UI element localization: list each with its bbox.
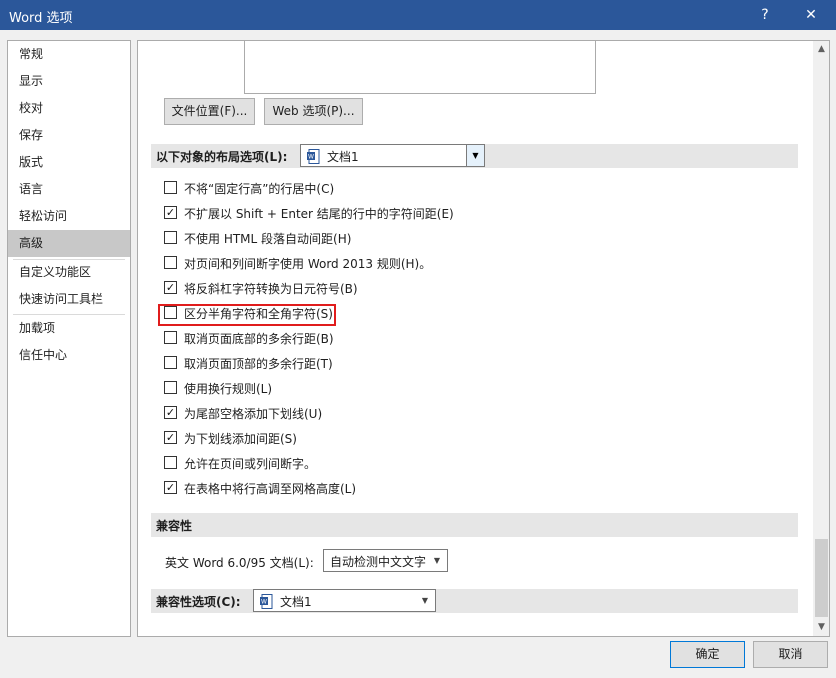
section-label: 兼容性选项(C):: [156, 595, 241, 609]
scroll-up-icon[interactable]: ▲: [813, 41, 829, 58]
sidebar-item-save[interactable]: 保存: [8, 122, 130, 149]
option-label: 不扩展以 Shift + Enter 结尾的行中的字符间距(E): [184, 207, 454, 221]
sidebar-item-accessibility[interactable]: 轻松访问: [8, 203, 130, 230]
help-icon[interactable]: ?: [750, 4, 780, 26]
web-options-button[interactable]: Web 选项(P)...: [264, 98, 363, 125]
sidebar-item-display[interactable]: 显示: [8, 68, 130, 95]
checkbox[interactable]: [164, 356, 177, 369]
options-panel: 文件位置(F)... Web 选项(P)... 以下对象的布局选项(L): W …: [137, 40, 830, 637]
layout-document-select[interactable]: W 文档1 ▼: [300, 144, 485, 167]
file-locations-button[interactable]: 文件位置(F)...: [164, 98, 255, 125]
ok-button[interactable]: 确定: [670, 641, 745, 668]
compatibility-options-section: 兼容性选项(C):: [151, 589, 798, 613]
checkbox[interactable]: ✓: [164, 431, 177, 444]
checkbox[interactable]: ✓: [164, 281, 177, 294]
word6-select[interactable]: 自动检测中文文字 ▼: [323, 549, 448, 572]
option-label: 使用换行规则(L): [184, 382, 273, 396]
option-label: 在表格中将行高调至网格高度(L): [184, 482, 357, 496]
scroll-thumb[interactable]: [815, 539, 828, 617]
chevron-down-icon[interactable]: ▼: [466, 145, 484, 166]
sidebar-item-quick-access-toolbar[interactable]: 快速访问工具栏: [8, 286, 130, 313]
option-label: 为尾部空格添加下划线(U): [184, 407, 323, 421]
close-icon[interactable]: ✕: [795, 4, 827, 26]
sidebar-item-customize-ribbon[interactable]: 自定义功能区: [8, 259, 130, 286]
selected-value: 自动检测中文文字: [330, 555, 427, 569]
selected-document: 文档1: [280, 595, 312, 609]
option-label: 区分半角字符和全角字符(S): [184, 307, 333, 321]
checkbox[interactable]: [164, 256, 177, 269]
option-label: 将反斜杠字符转换为日元符号(B): [184, 282, 358, 296]
chevron-down-icon[interactable]: ▼: [431, 550, 443, 571]
checkbox[interactable]: [164, 381, 177, 394]
checkbox[interactable]: ✓: [164, 406, 177, 419]
sidebar: 常规 显示 校对 保存 版式 语言 轻松访问 高级 自定义功能区 快速访问工具栏…: [7, 40, 131, 637]
option-label: 对页间和列间断字使用 Word 2013 规则(H)。: [184, 257, 432, 271]
word-document-icon: W: [307, 149, 320, 164]
sidebar-item-add-ins[interactable]: 加载项: [8, 315, 130, 342]
checkbox[interactable]: [164, 181, 177, 194]
option-label: 取消页面顶部的多余行距(T): [184, 357, 333, 371]
sidebar-item-language[interactable]: 语言: [8, 176, 130, 203]
sidebar-item-advanced[interactable]: 高级: [8, 230, 130, 257]
section-label: 兼容性: [156, 519, 193, 533]
compatibility-document-select[interactable]: W 文档1 ▼: [253, 589, 436, 612]
scroll-down-icon[interactable]: ▼: [813, 619, 829, 636]
scrollbar[interactable]: ▲ ▼: [813, 41, 829, 636]
word-document-icon: W: [260, 594, 273, 609]
word6-label: 英文 Word 6.0/95 文档(L):: [165, 556, 314, 570]
checkbox[interactable]: ✓: [164, 206, 177, 219]
checkbox[interactable]: [164, 331, 177, 344]
checkbox[interactable]: [164, 456, 177, 469]
option-label: 不将“固定行高”的行居中(C): [184, 182, 335, 196]
section-label: 以下对象的布局选项(L):: [156, 150, 288, 164]
option-label: 为下划线添加间距(S): [184, 432, 297, 446]
option-label: 取消页面底部的多余行距(B): [184, 332, 334, 346]
preview-box: [244, 41, 596, 94]
sidebar-item-typography[interactable]: 版式: [8, 149, 130, 176]
title-bar: Word 选项 ? ✕: [0, 0, 836, 30]
sidebar-item-trust-center[interactable]: 信任中心: [8, 342, 130, 369]
option-label: 允许在页间或列间断字。: [184, 457, 317, 471]
checkbox[interactable]: [164, 231, 177, 244]
checkbox[interactable]: [164, 306, 177, 319]
checkbox[interactable]: ✓: [164, 481, 177, 494]
option-label: 不使用 HTML 段落自动间距(H): [184, 232, 352, 246]
window-title: Word 选项: [9, 11, 73, 26]
sidebar-item-general[interactable]: 常规: [8, 41, 130, 68]
chevron-down-icon[interactable]: ▼: [419, 590, 431, 611]
svg-text:W: W: [308, 154, 314, 161]
selected-document: 文档1: [327, 150, 359, 164]
compatibility-section: 兼容性: [151, 513, 798, 537]
sidebar-item-proofing[interactable]: 校对: [8, 95, 130, 122]
cancel-button[interactable]: 取消: [753, 641, 828, 668]
svg-text:W: W: [261, 599, 267, 606]
